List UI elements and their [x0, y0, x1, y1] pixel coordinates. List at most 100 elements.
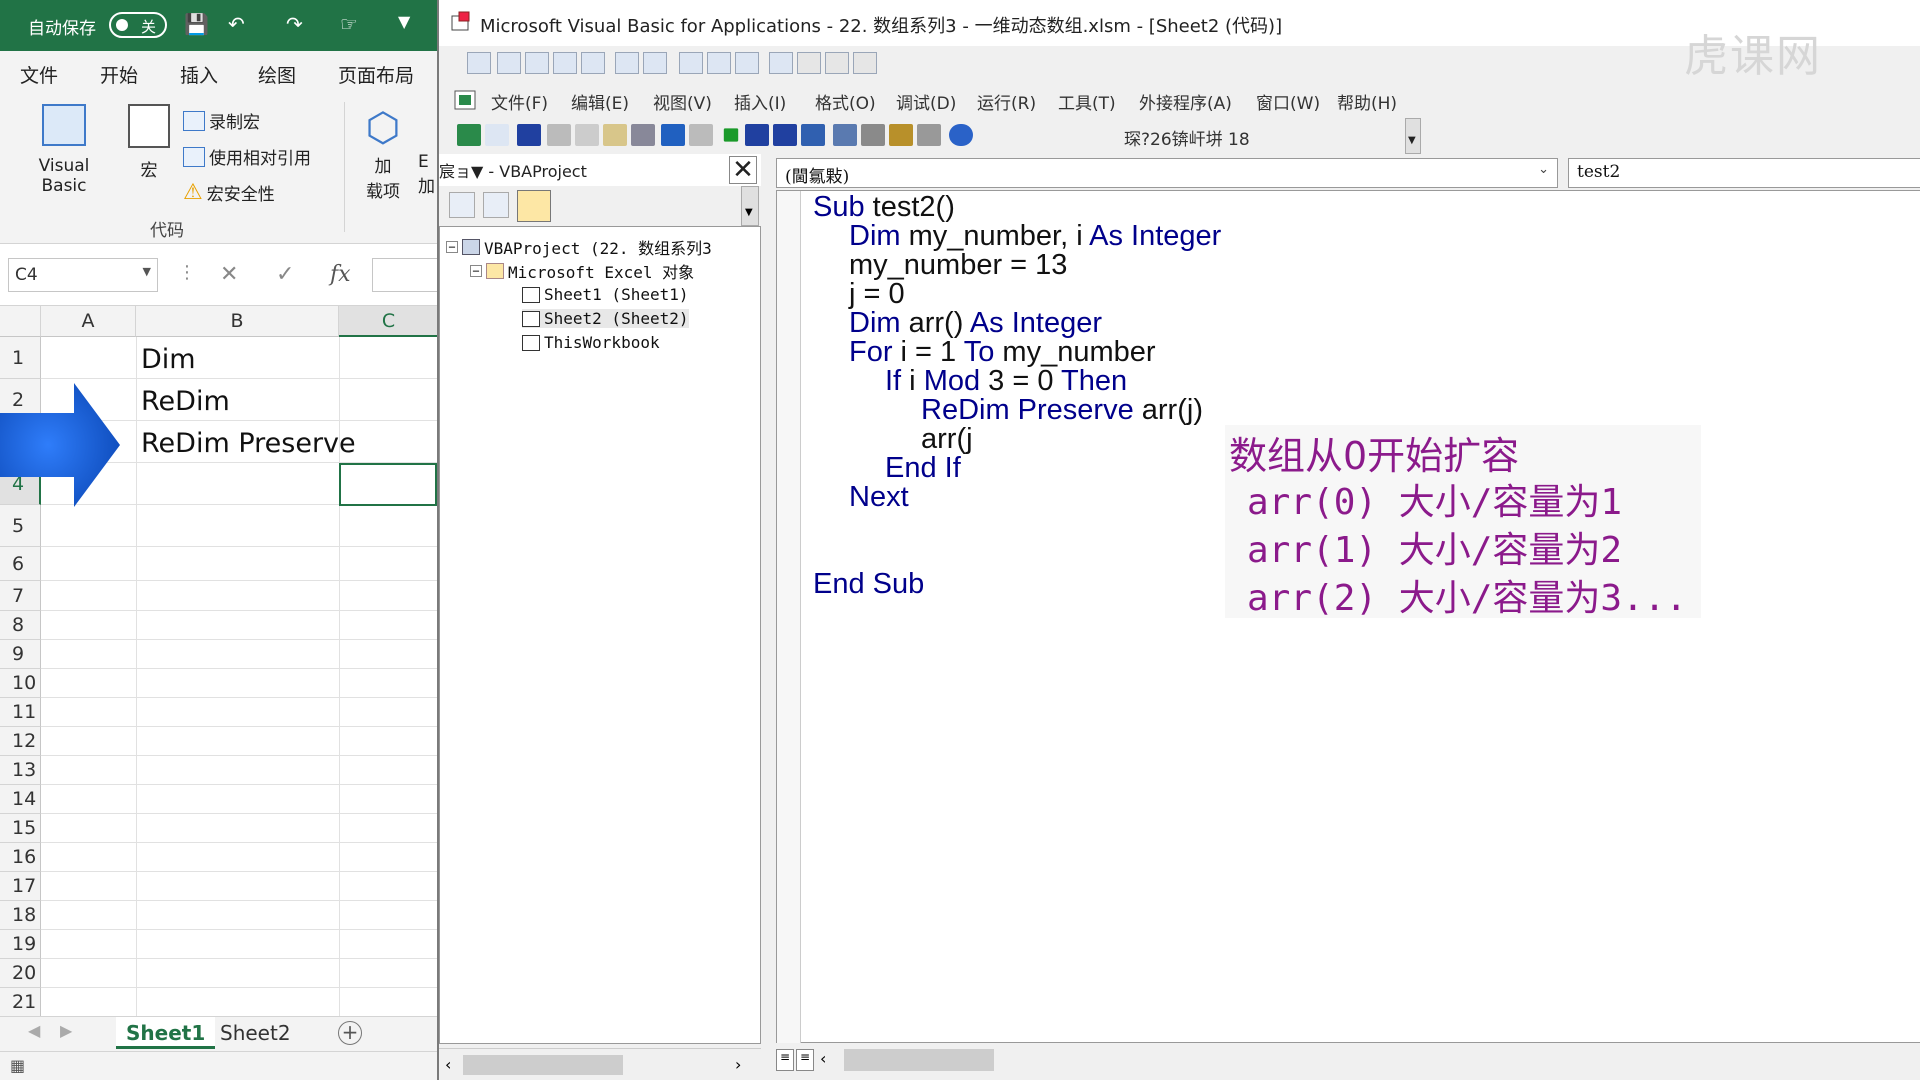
row-header[interactable]: 14 [0, 785, 41, 814]
undo-icon[interactable]: ↶ [228, 12, 245, 36]
scroll-left-icon[interactable]: ◀ [28, 1021, 40, 1040]
col-header-c[interactable]: C [339, 306, 437, 337]
scroll-right-icon[interactable]: › [735, 1055, 741, 1074]
cut-icon[interactable] [547, 124, 571, 146]
active-cell-c4[interactable] [339, 463, 437, 506]
row-header[interactable]: 17 [0, 872, 41, 901]
properties-icon[interactable] [467, 52, 491, 74]
insert-module-icon[interactable] [485, 124, 509, 146]
cancel-icon[interactable]: ✕ [220, 262, 238, 287]
row-header[interactable]: 6 [0, 547, 41, 581]
customize-qa-icon[interactable]: ▼ [398, 12, 410, 31]
tree-node-excel-objects[interactable]: − Microsoft Excel 对象 [470, 259, 694, 283]
insert-function-icon[interactable]: fx [330, 262, 351, 287]
record-macro-button[interactable]: 录制宏 [183, 108, 260, 133]
uncomment-icon[interactable] [797, 52, 821, 74]
copy-icon[interactable] [575, 124, 599, 146]
tree-node-sheet1[interactable]: Sheet1 (Sheet1) [522, 285, 689, 304]
excel-view-icon[interactable] [457, 124, 481, 146]
menu-tools[interactable]: 工具(T) [1058, 89, 1116, 114]
menu-debug[interactable]: 调试(D) [896, 89, 956, 114]
chevron-down-icon[interactable]: ⌄ [1538, 162, 1549, 177]
object-browser-icon[interactable] [497, 52, 521, 74]
toolbar-overflow[interactable]: ▼ [741, 186, 759, 226]
toolbox-icon[interactable] [525, 52, 549, 74]
quickinfo-icon[interactable] [735, 52, 759, 74]
cell-b3[interactable]: ReDim Preserve [141, 428, 356, 459]
row-header[interactable]: 11 [0, 698, 41, 727]
formula-input[interactable] [372, 258, 437, 292]
toolbar-overflow[interactable]: ▼ [1405, 118, 1421, 154]
save-icon[interactable]: 💾 [184, 12, 209, 36]
scroll-right-icon[interactable]: ▶ [60, 1021, 72, 1040]
scroll-left-icon[interactable]: ‹ [820, 1049, 826, 1068]
row-header[interactable]: 1 [0, 337, 41, 379]
close-icon[interactable]: ✕ [729, 156, 757, 184]
tab-home[interactable]: 开始 [100, 61, 138, 88]
cell-b1[interactable]: Dim [141, 344, 196, 375]
save-icon[interactable] [517, 124, 541, 146]
autosave-toggle[interactable]: 关 [109, 12, 167, 38]
row-header[interactable]: 19 [0, 930, 41, 959]
project-hscroll[interactable]: ‹ › [439, 1048, 761, 1080]
collapse-icon[interactable]: − [446, 241, 458, 253]
addins-button[interactable]: ⬡ 加 载项 [358, 106, 408, 202]
next-bookmark-icon[interactable] [853, 52, 877, 74]
toolbox-icon[interactable] [917, 124, 941, 146]
name-box[interactable]: C4 ▼ [8, 258, 158, 292]
macro-button[interactable]: 宏 [124, 104, 174, 181]
scroll-thumb[interactable] [844, 1049, 994, 1071]
hand-icon[interactable] [679, 52, 703, 74]
properties-window-icon[interactable] [861, 124, 885, 146]
excel-addins-button[interactable]: E 加 [418, 106, 437, 197]
collapse-icon[interactable]: − [470, 265, 482, 277]
enter-check-icon[interactable]: ✓ [276, 262, 294, 287]
menu-view[interactable]: 视图(V) [653, 89, 712, 114]
menu-run[interactable]: 运行(R) [977, 89, 1036, 114]
find-icon[interactable] [631, 124, 655, 146]
procedure-dropdown[interactable]: test2 [1568, 158, 1920, 188]
object-dropdown[interactable]: (閫氱敤) ⌄ [776, 158, 1558, 188]
outdent-icon[interactable] [643, 52, 667, 74]
row-header[interactable]: 5 [0, 505, 41, 547]
tree-node-project[interactable]: − VBAProject (22. 数组系列3 [446, 235, 712, 259]
chevron-down-icon[interactable]: ▼ [143, 265, 151, 278]
reset-icon[interactable] [773, 124, 797, 146]
add-sheet-icon[interactable]: + [338, 1021, 362, 1045]
row-header[interactable]: 20 [0, 959, 41, 988]
sheet-tab-2[interactable]: Sheet2 [210, 1017, 301, 1049]
row-header[interactable]: 12 [0, 727, 41, 756]
toggle-folders-icon[interactable] [517, 190, 551, 222]
col-header-a[interactable]: A [41, 306, 136, 337]
menu-format[interactable]: 格式(O) [815, 89, 876, 114]
row-header[interactable]: 10 [0, 669, 41, 698]
row-header[interactable]: 13 [0, 756, 41, 785]
tab-draw[interactable]: 绘图 [258, 61, 296, 88]
scroll-left-icon[interactable]: ‹ [445, 1055, 451, 1074]
excel-view-icon[interactable] [453, 88, 479, 112]
form-icon[interactable] [553, 52, 577, 74]
indent-icon[interactable] [615, 52, 639, 74]
paste-icon[interactable] [603, 124, 627, 146]
sheet-tab-1[interactable]: Sheet1 [116, 1017, 216, 1049]
procedure-view-icon[interactable]: ≡ [776, 1049, 794, 1071]
row-header[interactable]: 9 [0, 640, 41, 669]
row-header[interactable]: 21 [0, 988, 41, 1016]
touch-mode-icon[interactable]: ☞ [340, 12, 358, 36]
help-icon[interactable] [949, 124, 973, 146]
list-icon[interactable] [707, 52, 731, 74]
view-code-icon[interactable] [449, 192, 475, 218]
redo-icon[interactable] [689, 124, 713, 146]
tab-page-layout[interactable]: 页面布局 [338, 61, 414, 88]
menu-help[interactable]: 帮助(H) [1337, 89, 1397, 114]
macro-security-button[interactable]: ⚠ 宏安全性 [183, 180, 275, 205]
scroll-thumb[interactable] [463, 1055, 623, 1075]
object-browser-icon[interactable] [889, 124, 913, 146]
project-explorer-icon[interactable] [833, 124, 857, 146]
comment-icon[interactable] [769, 52, 793, 74]
row-header[interactable]: 16 [0, 843, 41, 872]
tree-node-sheet2[interactable]: Sheet2 (Sheet2) [522, 309, 689, 328]
select-all-corner[interactable] [0, 306, 41, 337]
page-view-icon[interactable]: ▦ [10, 1056, 25, 1075]
break-icon[interactable] [745, 124, 769, 146]
